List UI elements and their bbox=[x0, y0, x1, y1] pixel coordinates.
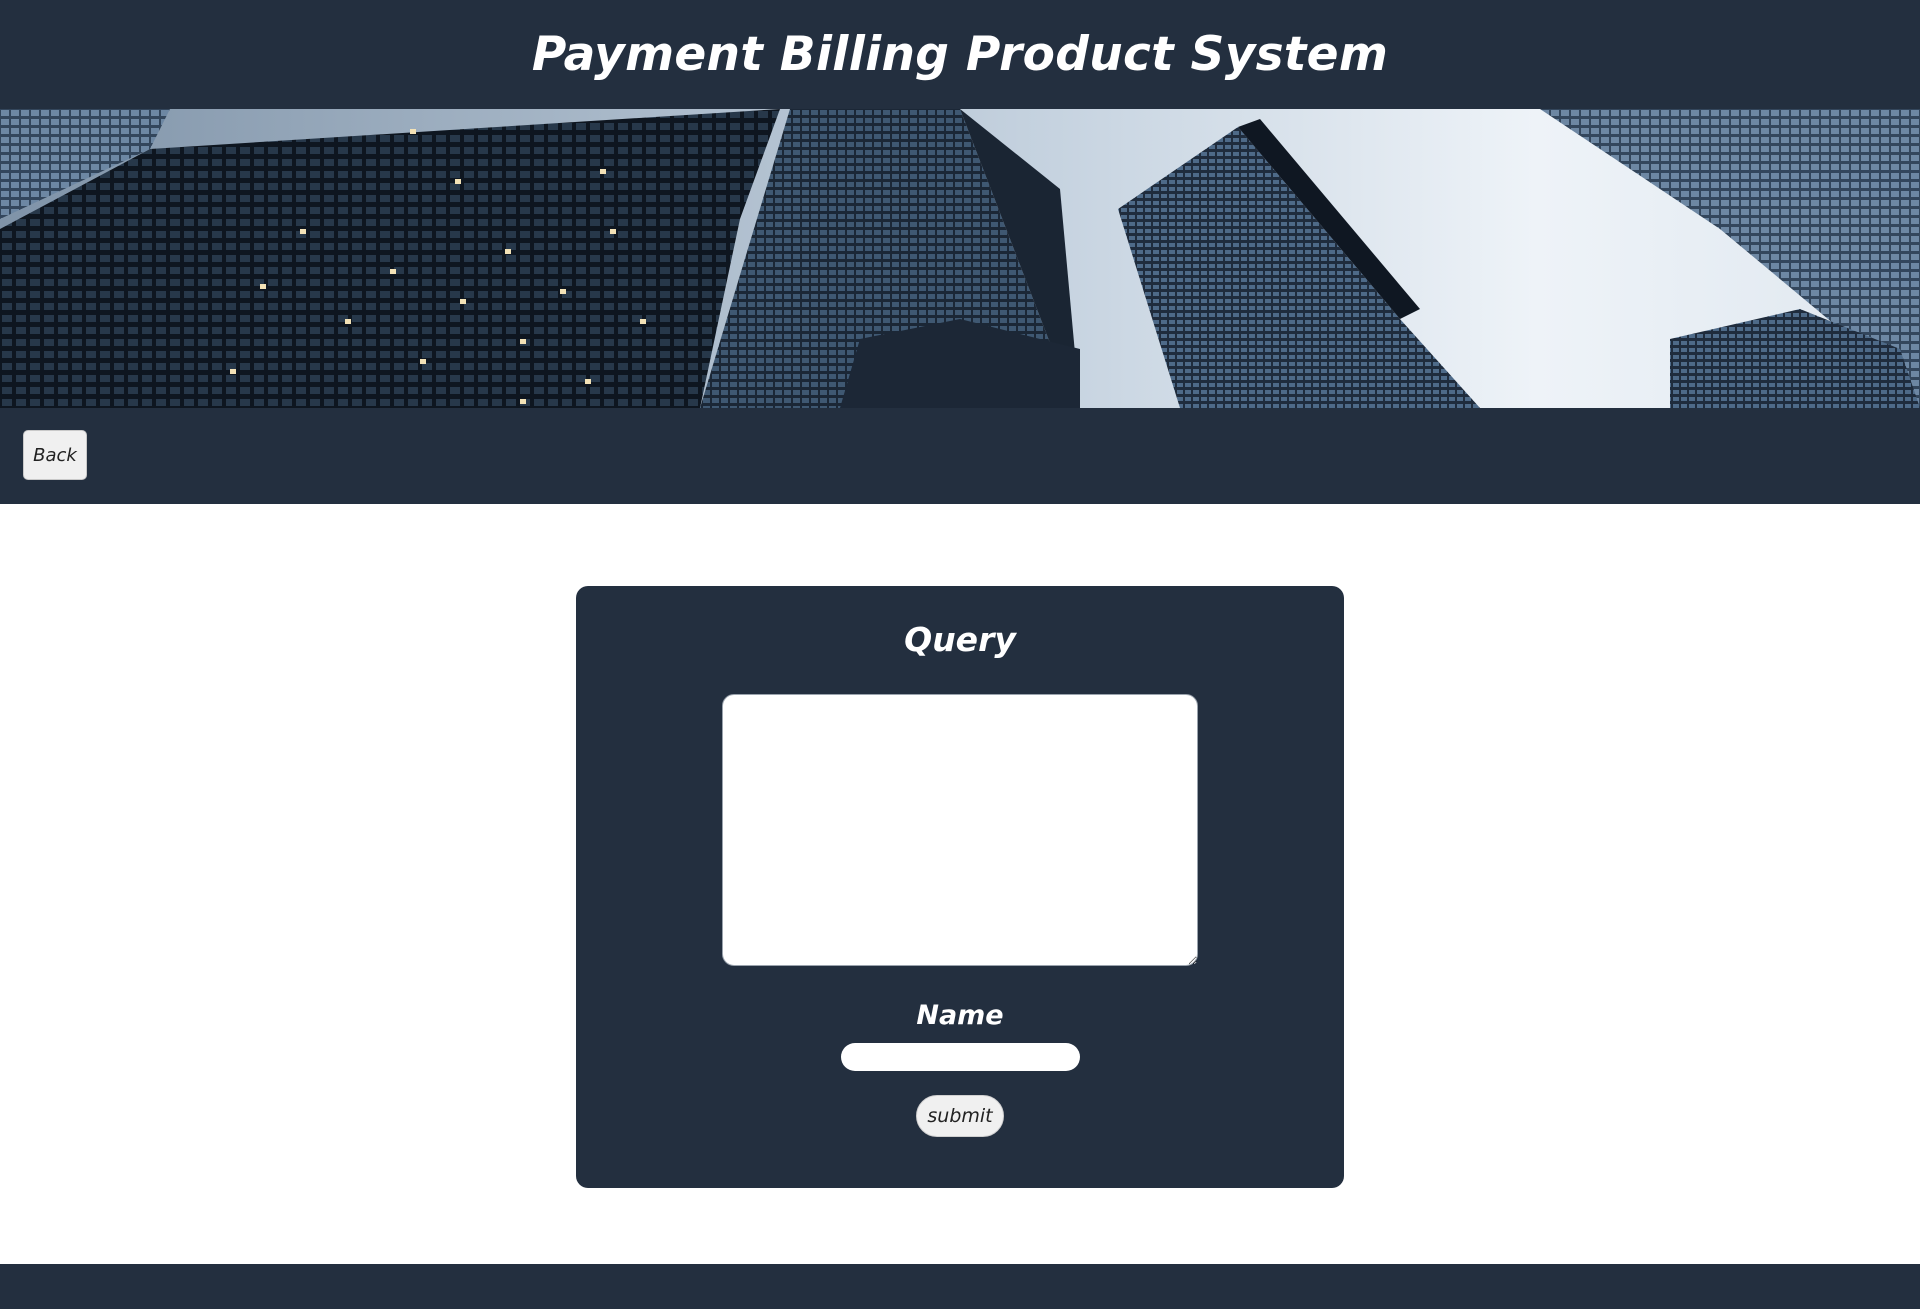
back-button[interactable]: Back bbox=[23, 430, 87, 480]
query-textarea[interactable] bbox=[722, 694, 1198, 966]
query-form-panel: Query Name submit bbox=[576, 586, 1344, 1188]
submit-button[interactable]: submit bbox=[916, 1095, 1004, 1137]
name-input[interactable] bbox=[841, 1043, 1080, 1071]
page-footer bbox=[0, 1264, 1920, 1309]
skyscrapers-illustration bbox=[0, 109, 1920, 408]
site-header: Payment Billing Product System bbox=[0, 0, 1920, 109]
name-label: Name bbox=[916, 1000, 1004, 1031]
site-title: Payment Billing Product System bbox=[531, 27, 1389, 82]
banner-image bbox=[0, 109, 1920, 408]
query-title: Query bbox=[904, 620, 1016, 659]
nav-bar: Back bbox=[0, 408, 1920, 504]
